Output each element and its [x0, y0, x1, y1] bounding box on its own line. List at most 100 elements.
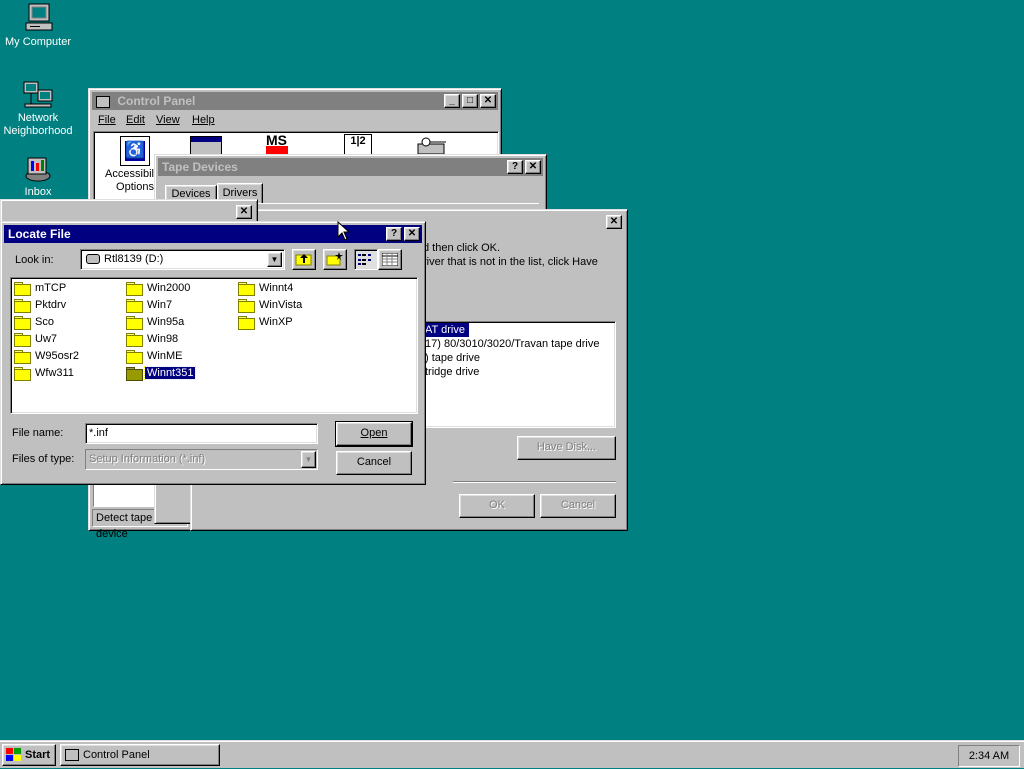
folder-name: mTCP	[35, 282, 67, 294]
folder-item-pktdrv[interactable]: Pktdrv	[14, 297, 68, 314]
desktop-icon-network-neighborhood[interactable]: Network Neighborhood	[0, 78, 76, 138]
files-of-type-select[interactable]: Setup Information (*.inf) ▼	[85, 449, 318, 470]
new-folder-icon	[326, 252, 343, 266]
driver-list-item[interactable]: tridge drive	[425, 365, 479, 379]
look-in-label-text: Look in:	[15, 254, 54, 266]
locate-file-title: Locate File	[8, 227, 71, 241]
files-of-type-value: Setup Information (*.inf)	[89, 453, 206, 465]
close-button[interactable]: ✕	[480, 94, 496, 108]
cancel-button[interactable]: Cancel	[336, 451, 412, 475]
folder-icon	[126, 316, 143, 331]
menu-view[interactable]: View	[156, 111, 180, 129]
locate-file-titlebar[interactable]: Locate File ? ✕	[4, 225, 422, 243]
desktop-icon-inbox[interactable]: Inbox	[0, 152, 76, 199]
help-button[interactable]: ?	[507, 160, 523, 174]
have-disk-label: Have Disk...	[536, 441, 597, 453]
install-driver-divider	[453, 481, 616, 483]
cancel-button[interactable]: Cancel	[540, 494, 616, 518]
close-button[interactable]: ✕	[525, 160, 541, 174]
folder-icon	[14, 282, 31, 297]
details-view-button[interactable]	[378, 249, 402, 270]
file-name-value: *.inf	[89, 427, 108, 439]
close-button[interactable]: ✕	[404, 227, 420, 241]
open-button[interactable]: Open	[335, 421, 413, 447]
close-button[interactable]: ✕	[236, 205, 252, 219]
chevron-down-icon[interactable]: ▼	[301, 451, 316, 468]
folder-icon	[14, 350, 31, 365]
folder-item-wfw311[interactable]: Wfw311	[14, 365, 76, 382]
menu-file[interactable]: File	[98, 111, 116, 129]
hidden-dialog-titlebar[interactable]: ✕	[4, 203, 254, 221]
folder-item-winnt4[interactable]: Winnt4	[238, 280, 295, 297]
install-driver-instruction-1: d then click OK.	[423, 242, 501, 254]
driver-list-item[interactable]: 17) 80/3010/3020/Travan tape drive	[425, 337, 600, 351]
desktop-icon-label: Inbox	[24, 186, 52, 198]
drive-icon	[86, 254, 100, 264]
folder-item-w95osr2[interactable]: W95osr2	[14, 348, 81, 365]
chevron-down-icon[interactable]: ▼	[267, 252, 282, 267]
tab-drivers-label: Drivers	[222, 187, 258, 199]
desktop-icon-my-computer[interactable]: My Computer	[0, 2, 76, 49]
folder-name: Win7	[147, 299, 173, 311]
taskbar: Start Control Panel 2:34 AM	[0, 740, 1024, 768]
folder-icon	[14, 333, 31, 348]
taskbar-button-control-panel[interactable]: Control Panel	[60, 744, 220, 766]
folder-item-sco[interactable]: Sco	[14, 314, 56, 331]
close-button[interactable]: ✕	[606, 215, 622, 229]
folder-item-mtcp[interactable]: mTCP	[14, 280, 68, 297]
control-panel-titlebar[interactable]: Control Panel _ □ ✕	[92, 92, 498, 110]
folder-name: WinXP	[259, 316, 293, 328]
folder-name: Sco	[35, 316, 54, 328]
control-panel-task-icon	[65, 749, 79, 761]
file-list[interactable]: mTCP Pktdrv Sco Uw7 W95osr2 Wfw311 Win20…	[10, 277, 418, 414]
folder-item-winnt351[interactable]: Winnt351	[126, 365, 197, 382]
menu-edit-label: Edit	[126, 114, 145, 126]
folder-icon	[14, 299, 31, 314]
tape-devices-titlebar[interactable]: Tape Devices ? ✕	[158, 158, 543, 176]
files-of-type-label: Files of type:	[12, 453, 75, 465]
task-label: Control Panel	[83, 749, 150, 761]
control-panel-title-icon	[96, 95, 110, 108]
folder-name: Win95a	[147, 316, 185, 328]
folder-item-win7[interactable]: Win7	[126, 297, 174, 314]
help-button[interactable]: ?	[386, 227, 402, 241]
folder-item-win2000[interactable]: Win2000	[126, 280, 192, 297]
menu-view-label: View	[156, 114, 180, 126]
file-name-input[interactable]: *.inf	[85, 423, 318, 444]
have-disk-button[interactable]: Have Disk...	[517, 436, 616, 460]
up-one-level-button[interactable]	[292, 249, 316, 270]
folder-name: Winnt351	[143, 366, 197, 380]
start-button[interactable]: Start	[2, 744, 56, 766]
maximize-button[interactable]: □	[462, 94, 478, 108]
menu-edit[interactable]: Edit	[126, 111, 145, 129]
folder-name: Pktdrv	[35, 299, 67, 311]
ok-button[interactable]: OK	[459, 494, 535, 518]
folder-item-winme[interactable]: WinME	[126, 348, 184, 365]
folder-icon	[126, 367, 143, 382]
my-computer-icon	[22, 2, 54, 34]
driver-list[interactable]: AT drive 17) 80/3010/3020/Travan tape dr…	[396, 321, 616, 428]
new-folder-button[interactable]	[323, 249, 347, 270]
folder-item-win95a[interactable]: Win95a	[126, 314, 186, 331]
tape-devices-title: Tape Devices	[162, 160, 238, 174]
cancel-label: Cancel	[356, 456, 392, 468]
folder-item-win98[interactable]: Win98	[126, 331, 180, 348]
folder-icon	[238, 316, 255, 331]
list-view-button[interactable]	[354, 249, 378, 270]
minimize-button[interactable]: _	[444, 94, 460, 108]
folder-item-uw7[interactable]: Uw7	[14, 331, 59, 348]
open-label: Open	[360, 427, 388, 439]
folder-name: WinME	[147, 350, 183, 362]
folder-item-winxp[interactable]: WinXP	[238, 314, 295, 331]
folder-item-winvista[interactable]: WinVista	[238, 297, 304, 314]
folder-icon	[14, 367, 31, 382]
clock-time: 2:34 AM	[968, 750, 1010, 762]
driver-list-item[interactable]: ) tape drive	[425, 351, 480, 365]
accessibility-icon: ♿	[120, 136, 150, 166]
menu-help[interactable]: Help	[192, 111, 215, 129]
driver-list-item[interactable]: AT drive	[425, 323, 469, 337]
system-tray-clock[interactable]: 2:34 AM	[958, 745, 1020, 767]
folder-icon	[126, 333, 143, 348]
desktop-icon-label: My Computer	[4, 36, 72, 48]
look-in-dropdown[interactable]: Rtl8139 (D:) ▼	[80, 249, 285, 270]
